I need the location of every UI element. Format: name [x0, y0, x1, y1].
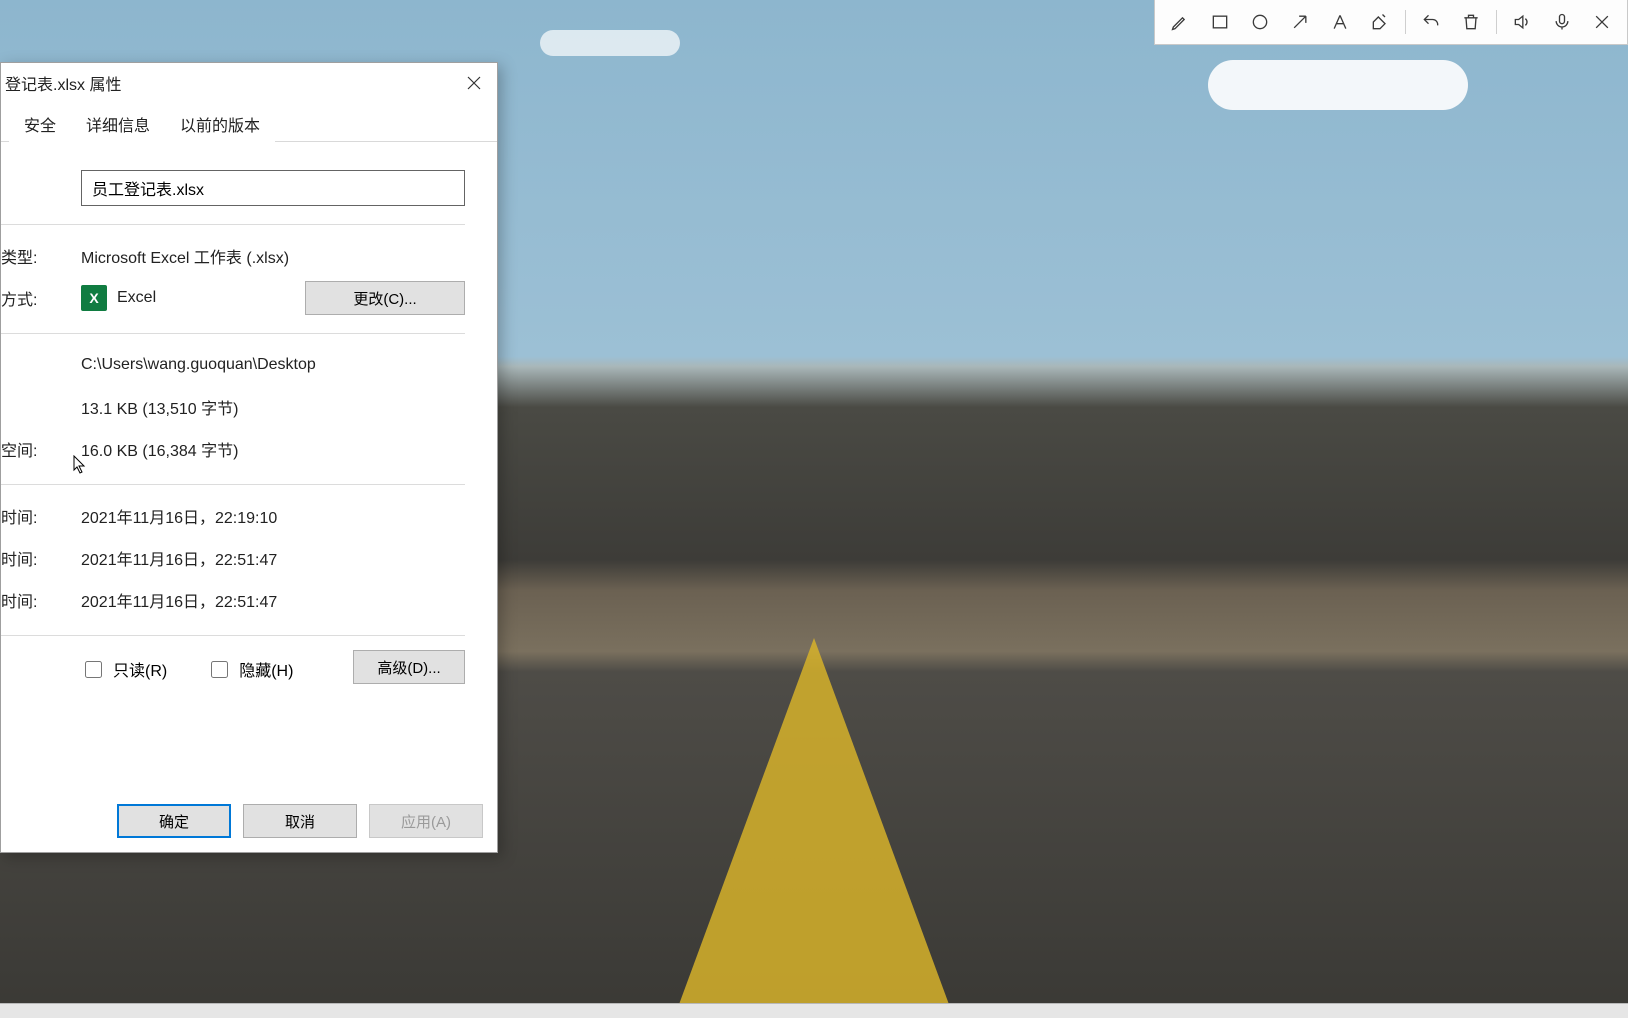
text-icon[interactable]	[1321, 4, 1359, 40]
row-modified: 时间: 2021年11月16日，22:51:47	[1, 541, 465, 575]
value-open-with-app: Excel	[117, 289, 305, 307]
arrow-icon[interactable]	[1281, 4, 1319, 40]
excel-icon	[81, 285, 107, 311]
ok-button[interactable]: 确定	[117, 804, 231, 838]
dialog-close-button[interactable]	[451, 63, 497, 103]
separator	[1, 333, 465, 334]
taskbar[interactable]	[0, 1003, 1628, 1018]
row-file-type: 类型: Microsoft Excel 工作表 (.xlsx)	[1, 239, 465, 273]
label-file-type: 类型:	[1, 244, 81, 268]
wallpaper-cloud	[1208, 60, 1468, 110]
row-attributes: 只读(R) 隐藏(H) 高级(D)...	[1, 650, 465, 684]
value-modified: 2021年11月16日，22:51:47	[81, 546, 465, 570]
separator	[1, 224, 465, 225]
rectangle-icon[interactable]	[1201, 4, 1239, 40]
row-created: 时间: 2021年11月16日，22:19:10	[1, 499, 465, 533]
tab-details[interactable]: 详细信息	[71, 104, 165, 142]
advanced-button[interactable]: 高级(D)...	[353, 650, 465, 684]
cancel-button[interactable]: 取消	[243, 804, 357, 838]
value-created: 2021年11月16日，22:19:10	[81, 504, 465, 528]
checkbox-readonly[interactable]: 只读(R)	[81, 657, 167, 681]
trash-icon[interactable]	[1452, 4, 1490, 40]
change-app-button[interactable]: 更改(C)...	[305, 281, 465, 315]
toolbar-separator	[1405, 10, 1406, 34]
undo-icon[interactable]	[1412, 4, 1450, 40]
mic-icon[interactable]	[1543, 4, 1581, 40]
value-location: C:\Users\wang.guoquan\Desktop	[81, 356, 465, 374]
value-size: 13.1 KB (13,510 字节)	[81, 395, 465, 419]
filename-input[interactable]	[81, 170, 465, 206]
row-open-with: 方式: Excel 更改(C)...	[1, 281, 465, 315]
highlight-icon[interactable]	[1361, 4, 1399, 40]
row-size: 13.1 KB (13,510 字节)	[1, 390, 465, 424]
properties-dialog: 登记表.xlsx 属性 安全 详细信息 以前的版本 类型: Microsoft …	[0, 62, 498, 853]
toolbar-separator	[1496, 10, 1497, 34]
checkbox-hidden-input[interactable]	[211, 661, 228, 678]
row-location: C:\Users\wang.guoquan\Desktop	[1, 348, 465, 382]
value-size-on-disk: 16.0 KB (16,384 字节)	[81, 437, 465, 461]
label-created: 时间:	[1, 504, 81, 528]
separator	[1, 484, 465, 485]
close-icon[interactable]	[1583, 4, 1621, 40]
pencil-icon[interactable]	[1161, 4, 1199, 40]
label-modified: 时间:	[1, 546, 81, 570]
row-size-on-disk: 空间: 16.0 KB (16,384 字节)	[1, 432, 465, 466]
circle-icon[interactable]	[1241, 4, 1279, 40]
sound-icon[interactable]	[1503, 4, 1541, 40]
label-accessed: 时间:	[1, 588, 81, 612]
checkbox-hidden-label: 隐藏(H)	[239, 657, 293, 681]
apply-button[interactable]: 应用(A)	[369, 804, 483, 838]
dialog-title: 登记表.xlsx 属性	[3, 71, 121, 95]
checkbox-readonly-input[interactable]	[85, 661, 102, 678]
value-file-type: Microsoft Excel 工作表 (.xlsx)	[81, 244, 465, 268]
tab-bar: 安全 详细信息 以前的版本	[1, 103, 497, 142]
dialog-button-bar: 确定 取消 应用(A)	[1, 790, 497, 852]
label-open-with: 方式:	[1, 286, 81, 310]
row-accessed: 时间: 2021年11月16日，22:51:47	[1, 583, 465, 617]
checkbox-hidden[interactable]: 隐藏(H)	[207, 657, 293, 681]
checkbox-readonly-label: 只读(R)	[113, 657, 167, 681]
annotation-toolbar	[1154, 0, 1628, 45]
dialog-titlebar[interactable]: 登记表.xlsx 属性	[1, 63, 497, 103]
label-size-on-disk: 空间:	[1, 437, 81, 461]
tab-security[interactable]: 安全	[9, 104, 71, 142]
separator	[1, 635, 465, 636]
wallpaper-cloud	[540, 30, 680, 56]
tab-previous-versions[interactable]: 以前的版本	[165, 104, 275, 142]
value-accessed: 2021年11月16日，22:51:47	[81, 588, 465, 612]
